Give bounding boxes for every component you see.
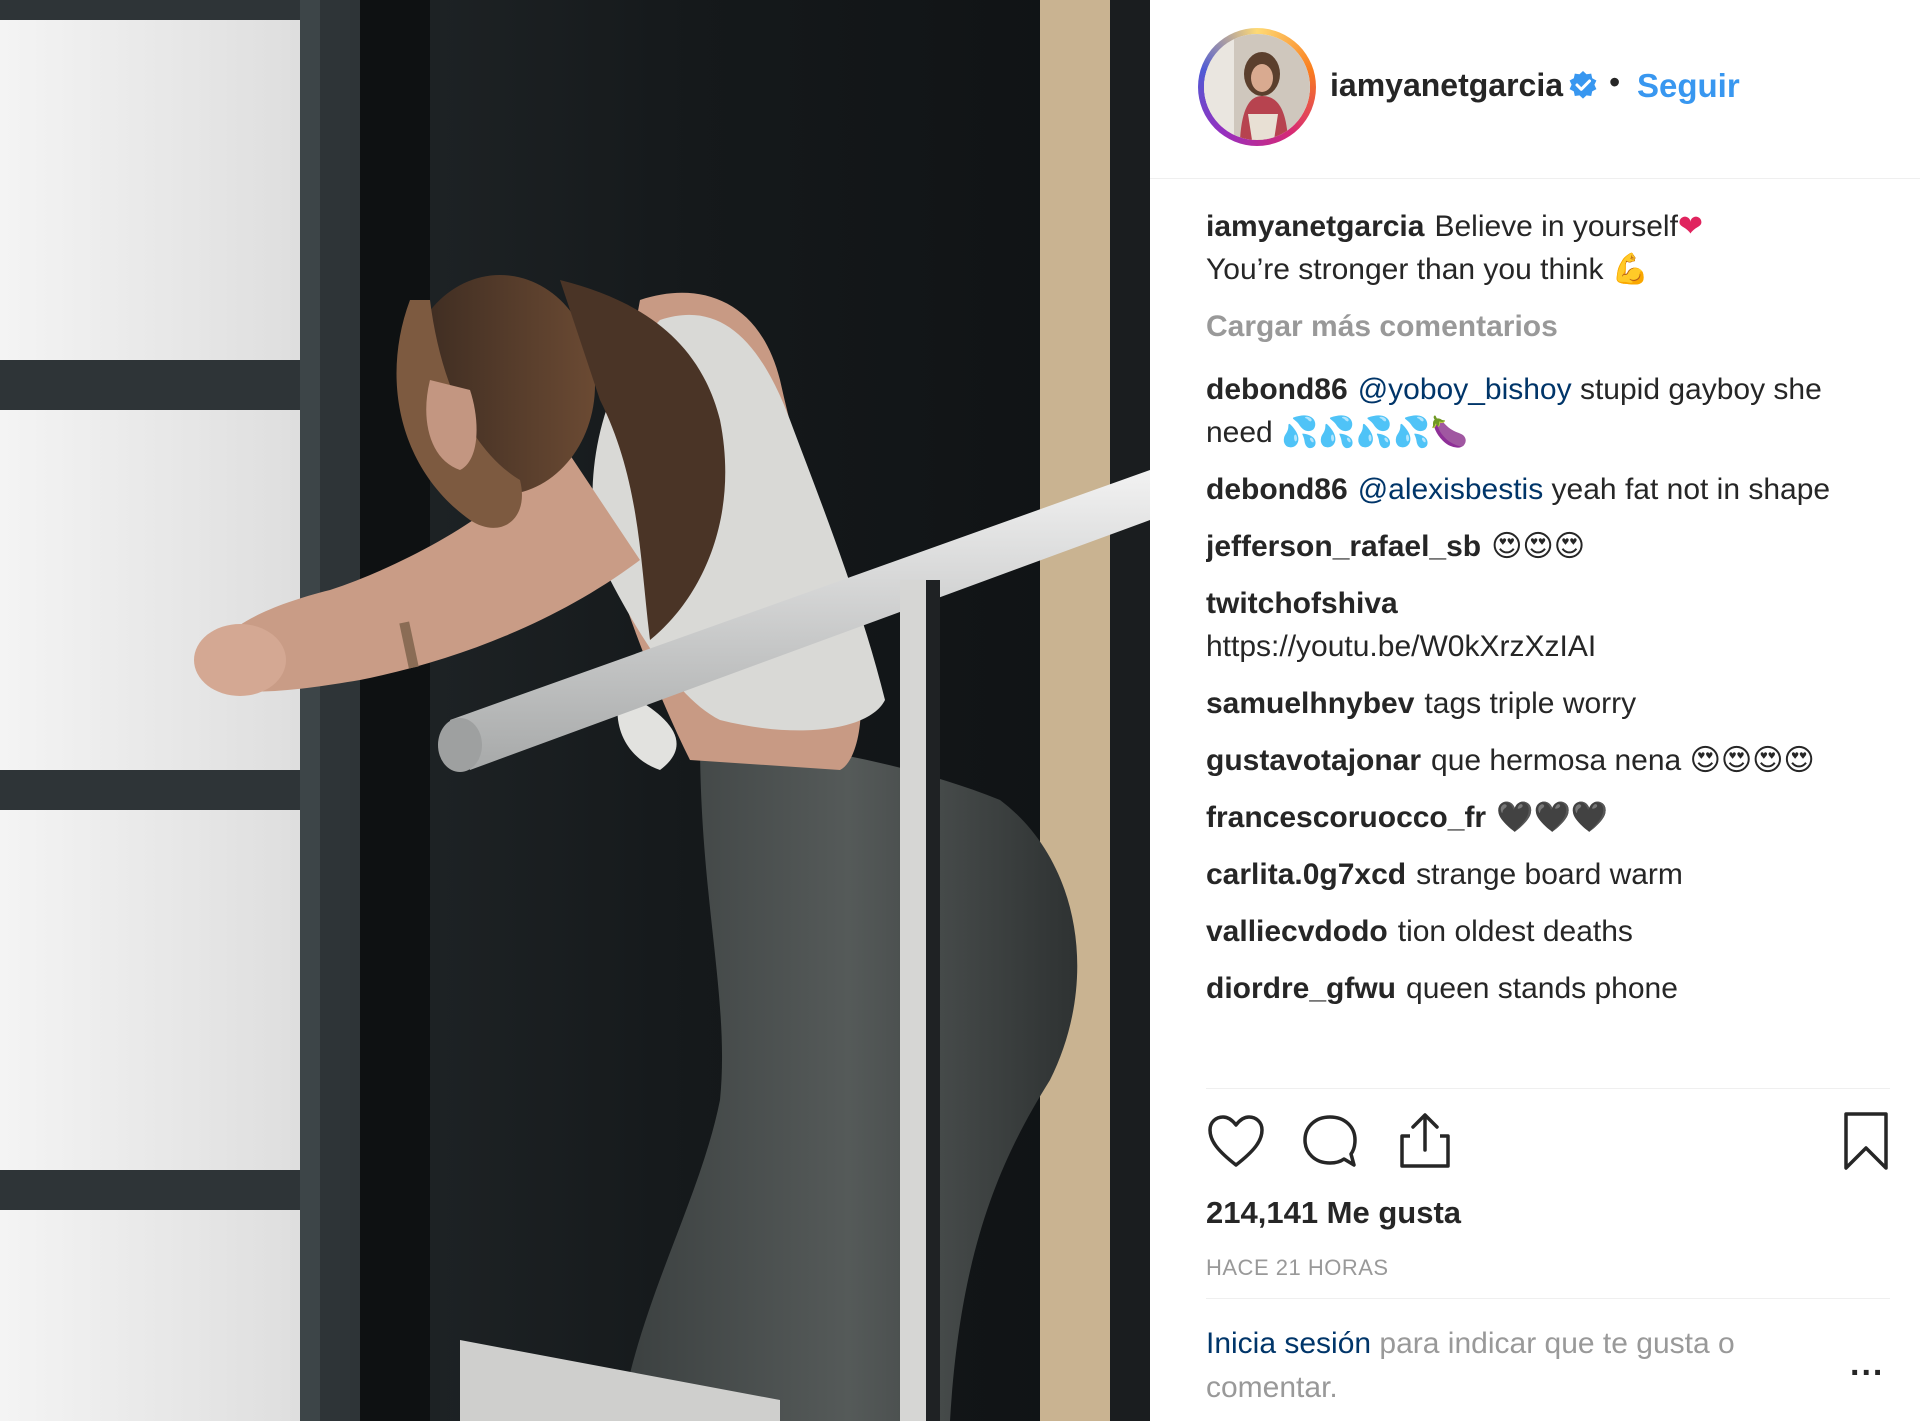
verified-badge-icon xyxy=(1569,71,1597,99)
post-photo xyxy=(0,0,1150,1421)
list-item: twitchofshiva https://youtu.be/W0kXrzXzIA… xyxy=(1206,582,1886,668)
comment-username[interactable]: debond86 xyxy=(1206,373,1348,406)
comment-mention[interactable]: @alexisbestis xyxy=(1358,473,1544,506)
comment-username[interactable]: samuelhnybev xyxy=(1206,687,1414,720)
list-item: gustavotajonar que hermosa nena 😍😍😍😍 xyxy=(1206,739,1886,782)
login-link[interactable]: Inicia sesión xyxy=(1206,1327,1371,1360)
share-icon[interactable] xyxy=(1396,1110,1454,1170)
caption-line-1: Believe in yourself xyxy=(1434,210,1678,243)
comment-text: tags triple worry xyxy=(1424,687,1637,720)
comment-username[interactable]: debond86 xyxy=(1206,473,1348,506)
post-photo-image xyxy=(0,0,1150,1421)
caption: iamyanetgarcia Believe in yourself❤ You’r… xyxy=(1206,205,1886,291)
comment-text: queen stands phone xyxy=(1406,972,1678,1005)
post-username[interactable]: iamyanetgarcia xyxy=(1330,67,1563,104)
comment-emoji: 😍😍😍 xyxy=(1491,529,1585,564)
comment-username[interactable]: twitchofshiva xyxy=(1206,587,1398,620)
comment-text: yeah fat not in shape xyxy=(1543,473,1831,506)
avatar[interactable] xyxy=(1198,28,1316,146)
bookmark-icon[interactable] xyxy=(1842,1110,1890,1172)
divider xyxy=(1206,1088,1890,1089)
comment-text: strange board warm xyxy=(1416,858,1683,891)
list-item: carlita.0g7xcd strange board warm xyxy=(1206,853,1886,896)
list-item: valliecvdodo tion oldest deaths xyxy=(1206,910,1886,953)
list-item: diordre_gfwu queen stands phone xyxy=(1206,967,1886,1010)
muscle-emoji: 💪 xyxy=(1611,252,1650,287)
divider xyxy=(1206,1298,1890,1299)
post-header: iamyanetgarcia • Seguir xyxy=(1150,0,1920,179)
heart-icon[interactable] xyxy=(1206,1113,1266,1169)
list-item: debond86 @alexisbestis yeah fat not in sh… xyxy=(1206,468,1886,511)
heart-emoji: ❤ xyxy=(1677,209,1704,244)
comment-text: tion oldest deaths xyxy=(1397,915,1633,948)
post-timestamp: HACE 21 HORAS xyxy=(1206,1255,1389,1280)
comment-text[interactable]: https://youtu.be/W0kXrzXzIAI xyxy=(1206,630,1596,663)
list-item: samuelhnybev tags triple worry xyxy=(1206,682,1886,725)
more-options-button[interactable]: ... xyxy=(1850,1345,1884,1384)
list-item: francescoruocco_fr 🖤🖤🖤 xyxy=(1206,796,1886,839)
header-separator: • xyxy=(1609,64,1621,100)
comment-emoji: 💦💦💦💦🍆 xyxy=(1281,415,1468,450)
list-item: jefferson_rafael_sb 😍😍😍 xyxy=(1206,525,1886,568)
comment-username[interactable]: gustavotajonar xyxy=(1206,744,1421,777)
comment-username[interactable]: diordre_gfwu xyxy=(1206,972,1396,1005)
login-prompt: Inicia sesión para indicar que te gusta … xyxy=(1206,1322,1806,1410)
comment-icon[interactable] xyxy=(1300,1112,1360,1170)
comment-emoji: 😍😍😍😍 xyxy=(1689,743,1815,778)
comment-username[interactable]: carlita.0g7xcd xyxy=(1206,858,1406,891)
comment-username[interactable]: jefferson_rafael_sb xyxy=(1206,530,1481,563)
list-item: debond86 @yoboy_bishoy stupid gayboy she … xyxy=(1206,368,1886,454)
follow-button[interactable]: Seguir xyxy=(1637,67,1740,105)
comment-emoji: 🖤🖤🖤 xyxy=(1496,800,1609,835)
comment-text: que hermosa nena xyxy=(1431,744,1690,777)
load-more-comments[interactable]: Cargar más comentarios xyxy=(1206,305,1886,348)
likes-count[interactable]: 214,141 Me gusta xyxy=(1206,1195,1461,1231)
caption-username[interactable]: iamyanetgarcia xyxy=(1206,210,1424,243)
post-side-panel: iamyanetgarcia • Seguir iamyanetgarcia Be… xyxy=(1150,0,1920,1421)
avatar-image xyxy=(1204,34,1310,140)
comments-list[interactable]: iamyanetgarcia Believe in yourself❤ You’r… xyxy=(1206,205,1886,1090)
caption-line-2: You’re stronger than you think xyxy=(1206,253,1604,286)
comment-username[interactable]: valliecvdodo xyxy=(1206,915,1388,948)
comment-mention[interactable]: @yoboy_bishoy xyxy=(1358,373,1572,406)
comment-username[interactable]: francescoruocco_fr xyxy=(1206,801,1486,834)
